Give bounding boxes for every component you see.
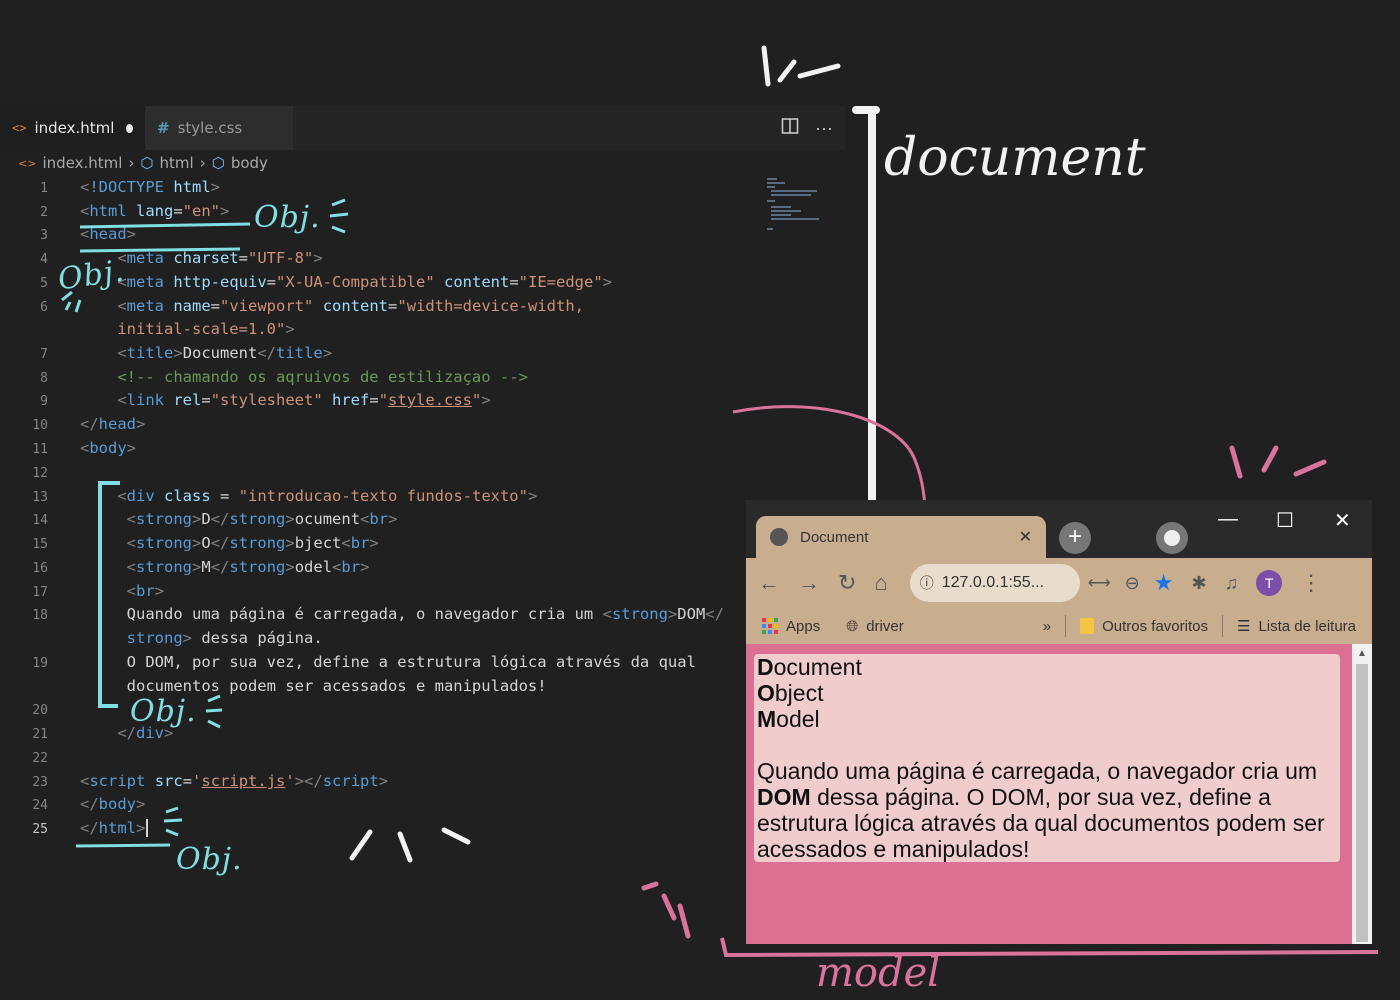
- emphasis-strokes: [761, 45, 841, 87]
- reading-list-icon: ☰: [1236, 618, 1251, 635]
- avatar[interactable]: T: [1256, 570, 1283, 596]
- globe-icon: [770, 528, 788, 546]
- obj-label: Obj.: [176, 842, 243, 877]
- divider: [1221, 615, 1223, 637]
- bookmark-reading-list[interactable]: Lista de leitura: [1258, 618, 1356, 635]
- bracket-div: [98, 481, 120, 708]
- address-actions: ⟷ ⊖ ★: [1088, 570, 1174, 596]
- scrollbar[interactable]: ▲: [1352, 644, 1372, 944]
- more-menu-icon[interactable]: ⋮: [1300, 570, 1322, 596]
- translate-icon[interactable]: ⟷: [1088, 573, 1111, 593]
- para-end: dessa página. O DOM, por sua vez, define…: [757, 784, 1325, 862]
- page-viewport: Document Object Model Quando uma página …: [746, 644, 1372, 944]
- underline-head: [79, 247, 241, 253]
- intro-text-box: Document Object Model Quando uma página …: [754, 654, 1340, 862]
- emphasis-strokes: [1229, 445, 1327, 479]
- tab-search-icon[interactable]: [1156, 522, 1188, 554]
- reload-icon[interactable]: ↻: [838, 570, 856, 596]
- word-rest: ocument: [773, 654, 862, 680]
- emphasis-strokes: [163, 806, 183, 837]
- word-rest: bject: [774, 680, 824, 706]
- maximize-button[interactable]: ☐: [1276, 508, 1294, 533]
- close-tab-icon[interactable]: ✕: [1019, 527, 1032, 547]
- dom-paragraph: Quando uma página é carregada, o navegad…: [757, 758, 1337, 862]
- browser-window: Document ✕ + — ☐ ✕ ← → ↻ ⌂ ⓘ 127.0.0.1:5…: [746, 500, 1372, 944]
- word-rest: odel: [776, 706, 820, 732]
- underline-html: [79, 222, 251, 229]
- tab-title: Document: [800, 528, 869, 546]
- initial-o: O: [757, 680, 775, 706]
- globe-icon: 🌐︎: [846, 617, 859, 635]
- browser-tab[interactable]: Document ✕: [756, 516, 1046, 558]
- document-label: document: [884, 128, 1146, 188]
- bookmarks-bar: Apps 🌐︎ driver » Outros favoritos ☰ List…: [746, 608, 1372, 644]
- scrollbar-thumb[interactable]: [1356, 664, 1368, 942]
- more-bookmarks-icon[interactable]: »: [1043, 618, 1051, 635]
- bookmark-apps[interactable]: Apps: [786, 618, 820, 635]
- bookmark-driver[interactable]: driver: [866, 618, 904, 635]
- emphasis-strokes: [641, 881, 691, 939]
- back-icon[interactable]: ←: [758, 570, 780, 596]
- divider: [1065, 615, 1067, 637]
- info-icon[interactable]: ⓘ: [920, 573, 934, 593]
- zoom-out-icon[interactable]: ⊖: [1125, 573, 1140, 594]
- browser-tab-strip: Document ✕ + — ☐ ✕: [746, 500, 1372, 558]
- bookmark-star-icon[interactable]: ★: [1154, 570, 1174, 596]
- model-label: model: [816, 950, 941, 996]
- initial-m: M: [757, 706, 777, 732]
- emphasis-strokes: [329, 198, 349, 234]
- obj-label: Obj.: [130, 694, 197, 729]
- forward-icon[interactable]: →: [798, 570, 820, 596]
- initial-d: D: [757, 654, 774, 680]
- emphasis-strokes: [205, 694, 223, 729]
- obj-label: Obj.: [254, 200, 321, 235]
- close-window-button[interactable]: ✕: [1334, 508, 1351, 533]
- browser-toolbar: ← → ↻ ⌂ ⓘ 127.0.0.1:55... ⟷ ⊖ ★ ✱ ♫ T ⋮: [746, 558, 1372, 608]
- media-controls-icon[interactable]: ♫: [1225, 573, 1239, 594]
- bookmark-other-favorites[interactable]: Outros favoritos: [1102, 618, 1208, 635]
- new-tab-button[interactable]: +: [1059, 522, 1091, 554]
- minimize-button[interactable]: —: [1218, 508, 1238, 531]
- extensions-icon[interactable]: ✱: [1192, 573, 1207, 594]
- para-bold: DOM: [757, 784, 811, 810]
- address-text: 127.0.0.1:55...: [941, 574, 1045, 591]
- scroll-up-icon[interactable]: ▲: [1357, 648, 1367, 659]
- home-icon[interactable]: ⌂: [874, 570, 887, 596]
- folder-icon: [1080, 618, 1095, 634]
- underline-closing-html: [75, 843, 171, 848]
- para-start: Quando uma página é carregada, o navegad…: [757, 758, 1318, 784]
- emphasis-strokes: [349, 827, 471, 863]
- address-bar[interactable]: ⓘ 127.0.0.1:55...: [909, 564, 1080, 602]
- document-line: [852, 106, 880, 504]
- apps-grid-icon: [762, 618, 778, 634]
